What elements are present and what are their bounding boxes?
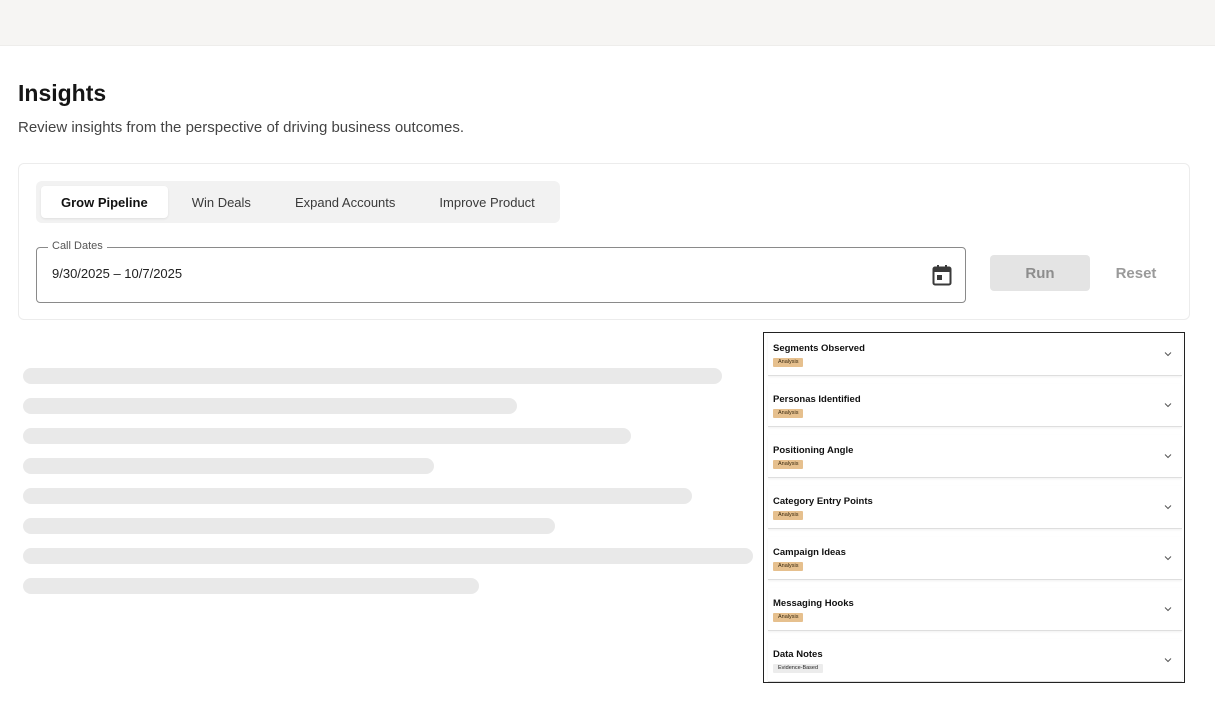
analysis-badge: Analysis <box>773 358 804 367</box>
analysis-badge: Analysis <box>773 511 804 520</box>
chevron-down-icon[interactable] <box>1164 350 1172 358</box>
analysis-badge: Analysis <box>773 613 804 622</box>
accordion-item-data-notes[interactable]: Data Notes Evidence-Based <box>768 639 1182 682</box>
analysis-badge: Analysis <box>773 562 804 571</box>
chevron-down-icon[interactable] <box>1164 656 1172 664</box>
analysis-badge: Analysis <box>773 460 804 469</box>
accordion-title: Campaign Ideas <box>773 547 846 558</box>
evidence-based-badge: Evidence-Based <box>773 664 824 673</box>
accordion-item-category-entry-points[interactable]: Category Entry Points Analysis <box>768 486 1182 529</box>
filter-card: Grow Pipeline Win Deals Expand Accounts … <box>18 163 1190 320</box>
tab-improve-product[interactable]: Improve Product <box>419 186 554 218</box>
accordion-item-personas-identified[interactable]: Personas Identified Analysis <box>768 384 1182 427</box>
tab-expand-accounts[interactable]: Expand Accounts <box>275 186 415 218</box>
accordion-title: Positioning Angle <box>773 445 854 456</box>
page-subtitle: Review insights from the perspective of … <box>18 119 465 136</box>
chevron-down-icon[interactable] <box>1164 503 1172 511</box>
outcome-tabs: Grow Pipeline Win Deals Expand Accounts … <box>36 181 560 223</box>
accordion-item-messaging-hooks[interactable]: Messaging Hooks Analysis <box>768 588 1182 631</box>
skeleton-line <box>23 368 722 384</box>
call-dates-value[interactable]: 9/30/2025 – 10/7/2025 <box>52 266 182 281</box>
accordion-title: Data Notes <box>773 649 823 660</box>
accordion-title: Segments Observed <box>773 343 865 354</box>
run-button[interactable]: Run <box>990 255 1090 291</box>
calendar-icon[interactable] <box>932 264 952 286</box>
skeleton-line <box>23 428 631 444</box>
skeleton-line <box>23 578 479 594</box>
reset-button[interactable]: Reset <box>1106 255 1166 291</box>
top-bar <box>0 0 1215 46</box>
accordion-title: Category Entry Points <box>773 496 873 507</box>
accordion-item-segments-observed[interactable]: Segments Observed Analysis <box>768 333 1182 376</box>
tab-win-deals[interactable]: Win Deals <box>172 186 271 218</box>
chevron-down-icon[interactable] <box>1164 554 1172 562</box>
accordion-title: Messaging Hooks <box>773 598 854 609</box>
chevron-down-icon[interactable] <box>1164 605 1172 613</box>
insights-accordion-panel: Segments Observed Analysis Personas Iden… <box>763 332 1185 683</box>
skeleton-line <box>23 488 692 504</box>
skeleton-line <box>23 518 555 534</box>
call-dates-label: Call Dates <box>48 240 107 252</box>
accordion-item-positioning-angle[interactable]: Positioning Angle Analysis <box>768 435 1182 478</box>
analysis-badge: Analysis <box>773 409 804 418</box>
accordion-title: Personas Identified <box>773 394 861 405</box>
skeleton-line <box>23 458 434 474</box>
page-title: Insights <box>18 80 107 106</box>
skeleton-line <box>23 548 753 564</box>
accordion-item-campaign-ideas[interactable]: Campaign Ideas Analysis <box>768 537 1182 580</box>
chevron-down-icon[interactable] <box>1164 401 1172 409</box>
skeleton-line <box>23 398 517 414</box>
chevron-down-icon[interactable] <box>1164 452 1172 460</box>
call-dates-field[interactable]: Call Dates 9/30/2025 – 10/7/2025 <box>36 240 966 303</box>
tab-grow-pipeline[interactable]: Grow Pipeline <box>41 186 168 218</box>
